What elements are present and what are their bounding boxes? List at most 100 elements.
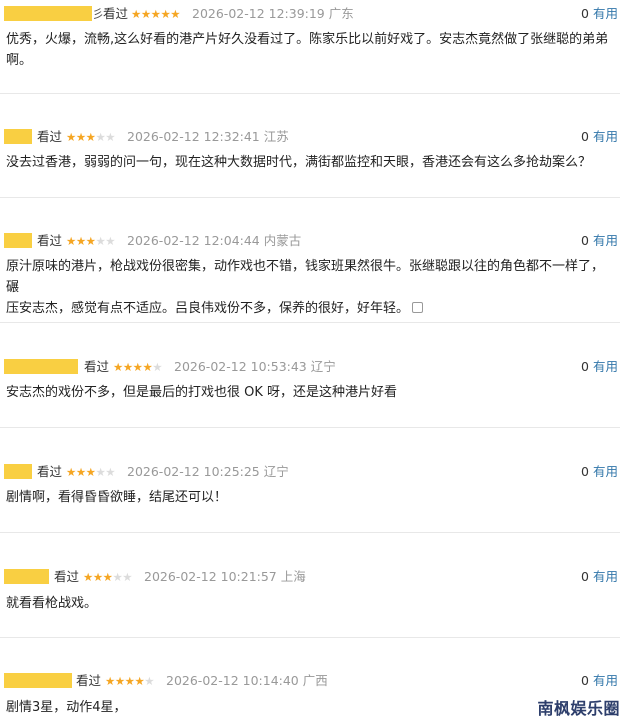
star-icon: ★: [132, 360, 143, 374]
rating-stars: ★★★★★: [66, 128, 116, 146]
useful-count: 0: [581, 6, 589, 21]
star-icon: ★: [105, 130, 116, 144]
review-datetime: 2026-02-12 12:04:44 内蒙古: [127, 233, 302, 248]
useful-count: 0: [581, 569, 589, 584]
review-meta: 看过 ★★★★★ 2026-02-12 10:53:43 辽宁 0 有用: [0, 358, 620, 376]
star-icon: ★: [160, 7, 171, 21]
rating-stars: ★★★★★: [105, 672, 155, 690]
useful-button[interactable]: 有用: [593, 569, 618, 584]
review-text: 优秀，火爆，流畅,这么好看的港产片好久没看过了。陈家乐比以前好戏了。安志杰竟然做…: [6, 32, 609, 68]
star-icon: ★: [134, 674, 145, 688]
star-icon: ★: [140, 7, 151, 21]
star-icon: ★: [124, 674, 135, 688]
useful-vote[interactable]: 0 有用: [581, 128, 618, 146]
divider: [0, 93, 620, 94]
useful-button[interactable]: 有用: [593, 464, 618, 479]
user-name-redacted[interactable]: [4, 569, 49, 584]
review-text: 剧情3星，动作4星，: [6, 700, 127, 715]
star-icon: ★: [170, 7, 181, 21]
star-icon: ★: [66, 234, 76, 248]
star-icon: ★: [105, 674, 115, 688]
useful-vote[interactable]: 0 有用: [581, 672, 618, 690]
star-icon: ★: [114, 674, 125, 688]
useful-vote[interactable]: 0 有用: [581, 568, 618, 586]
review-text: 就看看枪战戏。: [6, 596, 98, 611]
star-icon: ★: [95, 130, 106, 144]
review-datetime: 2026-02-12 10:53:43 辽宁: [174, 359, 336, 374]
watched-label: 看过: [54, 569, 80, 584]
useful-button[interactable]: 有用: [593, 129, 618, 144]
watched-label: 看过: [37, 233, 63, 248]
star-icon: ★: [75, 465, 86, 479]
divider: [0, 532, 620, 533]
review-datetime: 2026-02-12 12:39:19 广东: [192, 6, 354, 21]
review-datetime: 2026-02-12 10:25:25 辽宁: [127, 464, 289, 479]
review-text: 没去过香港，弱弱的问一句，现在这种大数据时代，满街都监控和天眼，香港还会有这么多…: [6, 155, 592, 170]
useful-button[interactable]: 有用: [593, 673, 618, 688]
star-icon: ★: [85, 465, 96, 479]
star-icon: ★: [105, 234, 116, 248]
review-meta: 看过 ★★★★★ 2026-02-12 12:04:44 内蒙古 0 有用: [0, 232, 620, 250]
review-meta: 看过 ★★★★★ 2026-02-12 10:25:25 辽宁 0 有用: [0, 463, 620, 481]
useful-count: 0: [581, 129, 589, 144]
expand-icon[interactable]: [412, 302, 424, 313]
watched-label: 看过: [84, 359, 110, 374]
review-datetime: 2026-02-12 10:21:57 上海: [144, 569, 306, 584]
star-icon: ★: [122, 360, 133, 374]
divider: [0, 197, 620, 198]
useful-count: 0: [581, 464, 589, 479]
useful-vote[interactable]: 0 有用: [581, 358, 618, 376]
review-meta: 彡 看过 ★★★★★ 2026-02-12 12:39:19 广东 0 有用: [0, 5, 620, 23]
review-text-content: 原汁原味的港片，枪战戏份很密集，动作戏也不错，钱家班果然很牛。张继聪跟以往的角色…: [6, 259, 605, 316]
star-icon: ★: [85, 234, 96, 248]
divider: [0, 427, 620, 428]
useful-count: 0: [581, 359, 589, 374]
review-meta: 看过 ★★★★★ 2026-02-12 10:21:57 上海 0 有用: [0, 568, 620, 586]
rating-stars: ★★★★★: [83, 568, 133, 586]
watched-label: 看过: [103, 6, 129, 21]
star-icon: ★: [105, 465, 116, 479]
star-icon: ★: [102, 570, 113, 584]
review-text: 安志杰的戏份不多，但是最后的打戏也很 OK 呀，还是这种港片好看: [6, 385, 398, 400]
star-icon: ★: [85, 130, 96, 144]
star-icon: ★: [66, 465, 76, 479]
divider: [0, 322, 620, 323]
review-datetime: 2026-02-12 10:14:40 广西: [166, 673, 328, 688]
useful-button[interactable]: 有用: [593, 233, 618, 248]
watched-label: 看过: [37, 464, 63, 479]
user-name-redacted[interactable]: [4, 6, 92, 21]
rating-stars: ★★★★★: [66, 463, 116, 481]
star-icon: ★: [95, 234, 106, 248]
useful-vote[interactable]: 0 有用: [581, 463, 618, 481]
star-icon: ★: [150, 7, 161, 21]
useful-count: 0: [581, 233, 589, 248]
star-icon: ★: [112, 570, 123, 584]
useful-vote[interactable]: 0 有用: [581, 5, 618, 23]
user-name-redacted[interactable]: [4, 359, 78, 374]
user-name-redacted[interactable]: [4, 233, 32, 248]
user-name-redacted[interactable]: [4, 464, 32, 479]
useful-button[interactable]: 有用: [593, 6, 618, 21]
user-name-redacted[interactable]: [4, 129, 32, 144]
star-icon: ★: [66, 130, 76, 144]
rating-stars: ★★★★★: [113, 358, 163, 376]
star-icon: ★: [75, 130, 86, 144]
star-icon: ★: [122, 570, 133, 584]
star-icon: ★: [142, 360, 153, 374]
rating-stars: ★★★★★: [131, 5, 181, 23]
useful-count: 0: [581, 673, 589, 688]
rating-stars: ★★★★★: [66, 232, 116, 250]
review-meta: 看过 ★★★★★ 2026-02-12 10:14:40 广西 0 有用: [0, 672, 620, 690]
useful-vote[interactable]: 0 有用: [581, 232, 618, 250]
watched-label: 看过: [37, 129, 63, 144]
watermark: 南枫娱乐圈: [537, 699, 620, 718]
user-name-redacted[interactable]: [4, 673, 72, 688]
watched-label: 看过: [76, 673, 102, 688]
star-icon: ★: [75, 234, 86, 248]
review-meta: 看过 ★★★★★ 2026-02-12 12:32:41 江苏 0 有用: [0, 128, 620, 146]
review-datetime: 2026-02-12 12:32:41 江苏: [127, 129, 289, 144]
useful-button[interactable]: 有用: [593, 359, 618, 374]
star-icon: ★: [83, 570, 93, 584]
star-icon: ★: [92, 570, 103, 584]
star-icon: ★: [95, 465, 106, 479]
